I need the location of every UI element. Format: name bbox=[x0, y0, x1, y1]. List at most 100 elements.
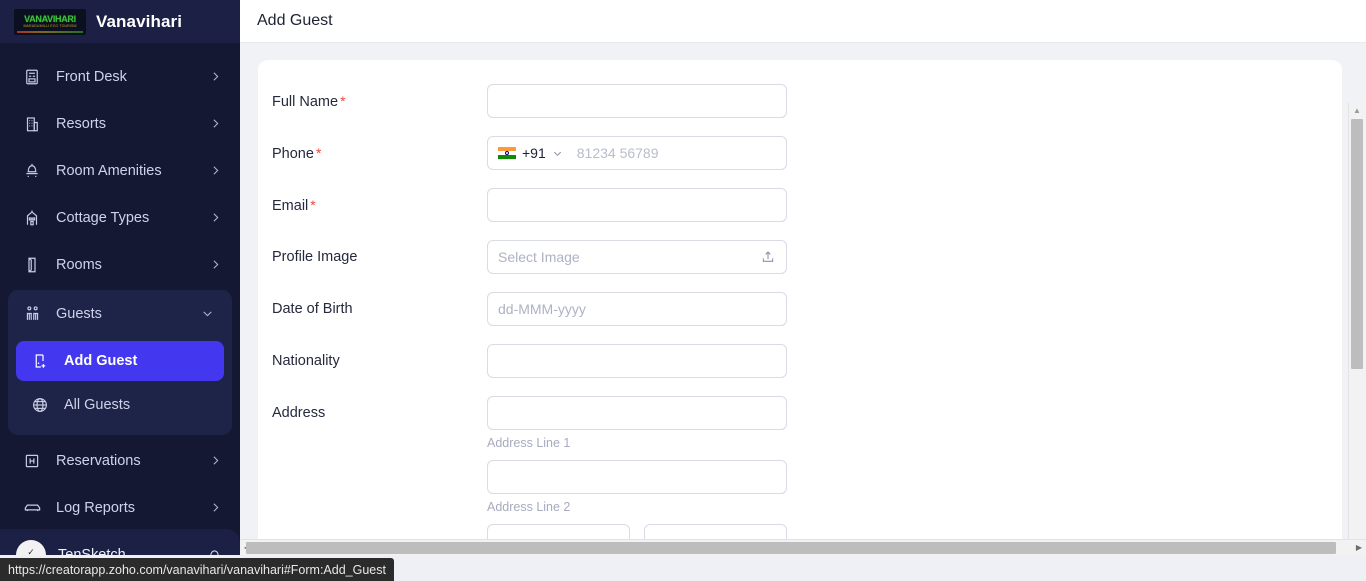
sidebar-item-all-guests[interactable]: All Guests bbox=[16, 385, 224, 425]
status-bar-url: https://creatorapp.zoho.com/vanavihari/v… bbox=[0, 558, 394, 581]
logo-subtext: MARADUMILLI ECO TOURISM bbox=[23, 24, 77, 28]
sidebar-item-add-guest[interactable]: Add Guest bbox=[16, 341, 224, 381]
add-guest-form: Full Name * Phone * +91 81234 56789 Emai… bbox=[258, 60, 1342, 556]
vanavihari-logo: VANAVIHARI MARADUMILLI ECO TOURISM bbox=[14, 8, 86, 35]
chevron-right-icon bbox=[208, 70, 222, 84]
email-input[interactable] bbox=[487, 188, 787, 222]
label-text: Profile Image bbox=[272, 249, 358, 265]
full-name-input[interactable] bbox=[487, 84, 787, 118]
profile-image-input[interactable]: Select Image bbox=[487, 240, 787, 274]
page-title: Add Guest bbox=[257, 12, 333, 29]
required-marker: * bbox=[340, 93, 346, 109]
sidebar-item-resorts[interactable]: Resorts bbox=[0, 100, 240, 147]
chevron-down-icon bbox=[552, 148, 563, 159]
address-line-1-input[interactable] bbox=[487, 396, 787, 430]
address-line-2-hint: Address Line 2 bbox=[487, 500, 571, 514]
sidebar-item-label: Cottage Types bbox=[56, 209, 150, 226]
vertical-scroll-thumb[interactable] bbox=[1351, 119, 1363, 369]
brand-header[interactable]: VANAVIHARI MARADUMILLI ECO TOURISM Vanav… bbox=[0, 0, 240, 43]
chevron-right-icon bbox=[208, 454, 222, 468]
field-label-email: Email * bbox=[272, 188, 487, 214]
label-text: Date of Birth bbox=[272, 301, 353, 317]
chevron-right-icon bbox=[208, 501, 222, 515]
label-text: Email bbox=[272, 198, 309, 214]
front-desk-icon bbox=[22, 67, 42, 87]
room-door-icon bbox=[22, 255, 42, 275]
reservation-icon bbox=[22, 451, 42, 471]
sidebar-item-label: Resorts bbox=[56, 115, 106, 132]
sidebar-item-log-reports[interactable]: Log Reports bbox=[0, 484, 240, 531]
logo-text: VANAVIHARI bbox=[24, 14, 76, 24]
globe-icon bbox=[30, 395, 50, 415]
field-label-date-of-birth: Date of Birth bbox=[272, 292, 487, 317]
chevron-right-icon bbox=[208, 211, 222, 225]
field-row-profile-image: Profile Image Select Image bbox=[272, 240, 1342, 280]
field-col: dd-MMM-yyyy bbox=[487, 292, 787, 326]
date-of-birth-input[interactable]: dd-MMM-yyyy bbox=[487, 292, 787, 326]
vertical-scrollbar[interactable]: ▲ ▼ bbox=[1348, 103, 1364, 553]
sidebar-item-room-amenities[interactable]: Room Amenities bbox=[0, 147, 240, 194]
dob-placeholder: dd-MMM-yyyy bbox=[498, 301, 586, 317]
field-label-nationality: Nationality bbox=[272, 344, 487, 369]
sidebar-item-cottage-types[interactable]: Cottage Types bbox=[0, 194, 240, 241]
field-label-phone: Phone * bbox=[272, 136, 487, 162]
sidebar-item-label: Add Guest bbox=[64, 353, 138, 369]
india-flag-icon bbox=[498, 146, 516, 160]
field-label-profile-image: Profile Image bbox=[272, 240, 487, 265]
top-bar: Add Guest bbox=[240, 0, 1366, 43]
vehicle-icon bbox=[22, 498, 42, 518]
chevron-right-icon bbox=[208, 117, 222, 131]
sidebar-item-label: Rooms bbox=[56, 256, 102, 273]
nationality-input[interactable] bbox=[487, 344, 787, 378]
label-text: Nationality bbox=[272, 353, 340, 369]
profile-image-placeholder: Select Image bbox=[498, 249, 580, 265]
field-col: Select Image bbox=[487, 240, 787, 274]
sidebar-item-reservations[interactable]: Reservations bbox=[0, 437, 240, 484]
horizontal-scroll-thumb[interactable] bbox=[246, 542, 1336, 554]
country-code-value: +91 bbox=[522, 145, 546, 161]
label-text: Address bbox=[272, 405, 326, 421]
label-text: Full Name bbox=[272, 94, 339, 110]
sidebar-item-guests[interactable]: Guests bbox=[8, 290, 232, 337]
field-row-date-of-birth: Date of Birth dd-MMM-yyyy bbox=[272, 292, 1342, 332]
field-row-nationality: Nationality bbox=[272, 344, 1342, 384]
guests-icon bbox=[22, 304, 42, 324]
form-card: Full Name * Phone * +91 81234 56789 Emai… bbox=[258, 60, 1342, 563]
field-col: Address Line 1 Address Line 2 bbox=[487, 396, 787, 556]
resort-building-icon bbox=[22, 114, 42, 134]
address-line-2-input[interactable] bbox=[487, 460, 787, 494]
cottage-icon bbox=[22, 208, 42, 228]
field-label-address: Address bbox=[272, 396, 487, 421]
field-row-phone: Phone * +91 81234 56789 bbox=[272, 136, 1342, 176]
sidebar-item-label: Reservations bbox=[56, 452, 141, 469]
add-guest-icon bbox=[30, 351, 50, 371]
address-line-1-hint: Address Line 1 bbox=[487, 436, 571, 450]
sidebar-item-label: Log Reports bbox=[56, 499, 135, 516]
sidebar-nav: Front Desk Resorts Room Amenities Cottag… bbox=[0, 43, 240, 581]
country-code-selector[interactable]: +91 bbox=[488, 137, 571, 169]
sidebar-item-rooms[interactable]: Rooms bbox=[0, 241, 240, 288]
chevron-right-icon bbox=[208, 164, 222, 178]
field-row-address: Address Address Line 1 Address Line 2 bbox=[272, 396, 1342, 556]
field-label-full-name: Full Name * bbox=[272, 84, 487, 110]
sidebar-group-guests: Guests Add Guest All Guests bbox=[8, 290, 232, 435]
content-wrapper: Full Name * Phone * +91 81234 56789 Emai… bbox=[240, 43, 1366, 581]
required-marker: * bbox=[315, 145, 322, 161]
field-col: +91 81234 56789 bbox=[487, 136, 787, 170]
sidebar-item-front-desk[interactable]: Front Desk bbox=[0, 53, 240, 100]
main-area: Add Guest Full Name * Phone * +91 81234 … bbox=[240, 0, 1366, 581]
upload-icon[interactable] bbox=[760, 249, 776, 265]
field-col bbox=[487, 84, 787, 118]
logo-underline bbox=[17, 30, 83, 33]
horizontal-scrollbar[interactable]: ◀ ▶ bbox=[240, 539, 1366, 555]
app-root: VANAVIHARI MARADUMILLI ECO TOURISM Vanav… bbox=[0, 0, 1366, 581]
chevron-down-icon bbox=[200, 307, 214, 321]
scroll-right-arrow-icon[interactable]: ▶ bbox=[1352, 540, 1366, 555]
phone-input-group[interactable]: +91 81234 56789 bbox=[487, 136, 787, 170]
required-marker: * bbox=[310, 197, 316, 213]
scroll-up-arrow-icon[interactable]: ▲ bbox=[1349, 103, 1365, 117]
sidebar: VANAVIHARI MARADUMILLI ECO TOURISM Vanav… bbox=[0, 0, 240, 581]
field-col bbox=[487, 188, 787, 222]
brand-name: Vanavihari bbox=[96, 11, 183, 31]
phone-number-input[interactable]: 81234 56789 bbox=[571, 137, 786, 169]
